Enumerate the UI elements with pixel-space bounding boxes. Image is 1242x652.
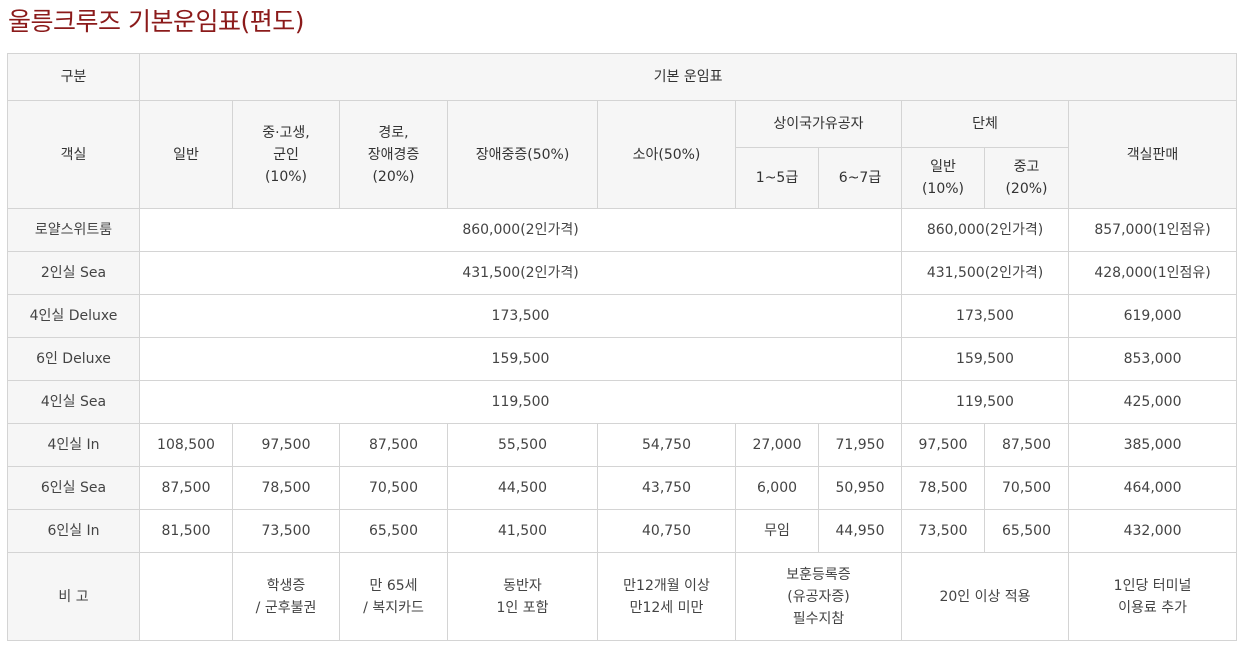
fare-group-school: 65,500	[984, 509, 1069, 553]
cabin-sale-cell: 857,000(1인점유)	[1067, 208, 1238, 252]
note-child: 만12개월 이상 만12세 미만	[597, 552, 736, 641]
header-child: 소아(50%)	[597, 100, 736, 209]
header-cabin: 객실	[7, 100, 140, 209]
cabin-name: 2인실 Sea	[7, 251, 140, 295]
cabin-sale-cell: 432,000	[1067, 509, 1238, 553]
table-row: 6인실 Sea 87,500 78,500 70,500 44,500 43,7…	[7, 466, 1238, 510]
fare-table: 구분 기본 운임표 객실 일반 중·고생, 군인 (10%) 경로, 장애경증 …	[7, 53, 1238, 641]
merged-fare-cell: 431,500(2인가격)	[139, 251, 902, 295]
table-row: 로얄스위트룸 860,000(2인가격) 860,000(2인가격) 857,0…	[7, 208, 1238, 252]
fare-general: 87,500	[139, 466, 233, 510]
page-title: 울릉크루즈 기본운임표(편도)	[8, 7, 304, 36]
group-fare-cell: 860,000(2인가격)	[901, 208, 1069, 252]
fare-child: 43,750	[597, 466, 736, 510]
cabin-sale-cell: 619,000	[1067, 294, 1238, 338]
header-group: 단체	[901, 100, 1069, 148]
header-row-2: 객실 일반 중·고생, 군인 (10%) 경로, 장애경증 (20%) 장애중증…	[7, 100, 1238, 209]
note-student: 학생증 / 군후불권	[232, 552, 340, 641]
header-basic-fare: 기본 운임표	[138, 53, 1238, 101]
header-general: 일반	[139, 100, 233, 209]
cabin-sale-cell: 853,000	[1067, 337, 1238, 381]
fare-student: 73,500	[232, 509, 340, 553]
fare-senior: 65,500	[339, 509, 448, 553]
table-row: 4인실 Sea 119,500 119,500 425,000	[7, 380, 1238, 424]
note-general	[139, 552, 233, 641]
fare-group-general: 97,500	[901, 423, 985, 467]
header-student-military: 중·고생, 군인 (10%)	[232, 100, 340, 209]
merged-fare-cell: 860,000(2인가격)	[139, 208, 902, 252]
fare-group-school: 70,500	[984, 466, 1069, 510]
fare-child: 40,750	[597, 509, 736, 553]
notes-label: 비 고	[7, 552, 140, 641]
group-fare-cell: 159,500	[901, 337, 1069, 381]
fare-group-school: 87,500	[984, 423, 1069, 467]
fare-veteran-2: 71,950	[818, 423, 902, 467]
group-fare-cell: 431,500(2인가격)	[901, 251, 1069, 295]
header-cabin-sale: 객실판매	[1067, 100, 1238, 209]
cabin-name: 4인실 Deluxe	[7, 294, 140, 338]
cabin-name: 6인실 In	[7, 509, 140, 553]
cabin-sale-cell: 428,000(1인점유)	[1067, 251, 1238, 295]
fare-general: 81,500	[139, 509, 233, 553]
table-row: 6인 Deluxe 159,500 159,500 853,000	[7, 337, 1238, 381]
cabin-name: 로얄스위트룸	[7, 208, 140, 252]
notes-row: 비 고 학생증 / 군후불권 만 65세 / 복지카드 동반자 1인 포함 만1…	[7, 552, 1238, 641]
header-veterans-grade-1: 1~5급	[735, 147, 819, 209]
header-category: 구분	[7, 53, 140, 101]
fare-disabled: 55,500	[447, 423, 598, 467]
header-veterans: 상이국가유공자	[735, 100, 902, 148]
note-cabin-sale: 1인당 터미널 이용료 추가	[1067, 552, 1238, 641]
cabin-name: 4인실 Sea	[7, 380, 140, 424]
cabin-name: 4인실 In	[7, 423, 140, 467]
group-fare-cell: 173,500	[901, 294, 1069, 338]
merged-fare-cell: 159,500	[139, 337, 902, 381]
cabin-sale-cell: 385,000	[1067, 423, 1238, 467]
header-row-1: 구분 기본 운임표	[7, 53, 1238, 101]
header-veterans-grade-2: 6~7급	[818, 147, 902, 209]
fare-student: 78,500	[232, 466, 340, 510]
fare-veteran-2: 50,950	[818, 466, 902, 510]
table-row: 4인실 In 108,500 97,500 87,500 55,500 54,7…	[7, 423, 1238, 467]
fare-student: 97,500	[232, 423, 340, 467]
merged-fare-cell: 173,500	[139, 294, 902, 338]
cabin-sale-cell: 464,000	[1067, 466, 1238, 510]
fare-group-general: 78,500	[901, 466, 985, 510]
merged-fare-cell: 119,500	[139, 380, 902, 424]
fare-senior: 70,500	[339, 466, 448, 510]
fare-disabled: 41,500	[447, 509, 598, 553]
group-fare-cell: 119,500	[901, 380, 1069, 424]
note-veterans: 보훈등록증 (유공자증) 필수지참	[735, 552, 902, 641]
fare-group-general: 73,500	[901, 509, 985, 553]
fare-veteran-1: 무임	[735, 509, 819, 553]
fare-child: 54,750	[597, 423, 736, 467]
fare-general: 108,500	[139, 423, 233, 467]
header-senior-disabled: 경로, 장애경증 (20%)	[339, 100, 448, 209]
fare-senior: 87,500	[339, 423, 448, 467]
table-row: 2인실 Sea 431,500(2인가격) 431,500(2인가격) 428,…	[7, 251, 1238, 295]
note-disabled: 동반자 1인 포함	[447, 552, 598, 641]
fare-veteran-1: 6,000	[735, 466, 819, 510]
cabin-name: 6인 Deluxe	[7, 337, 140, 381]
note-senior: 만 65세 / 복지카드	[339, 552, 448, 641]
note-group: 20인 이상 적용	[901, 552, 1069, 641]
header-disabled-severe: 장애중증(50%)	[447, 100, 598, 209]
cabin-name: 6인실 Sea	[7, 466, 140, 510]
cabin-sale-cell: 425,000	[1067, 380, 1238, 424]
header-group-school: 중고 (20%)	[984, 147, 1069, 209]
header-group-general: 일반 (10%)	[901, 147, 985, 209]
fare-veteran-1: 27,000	[735, 423, 819, 467]
fare-veteran-2: 44,950	[818, 509, 902, 553]
table-row: 6인실 In 81,500 73,500 65,500 41,500 40,75…	[7, 509, 1238, 553]
fare-disabled: 44,500	[447, 466, 598, 510]
table-row: 4인실 Deluxe 173,500 173,500 619,000	[7, 294, 1238, 338]
